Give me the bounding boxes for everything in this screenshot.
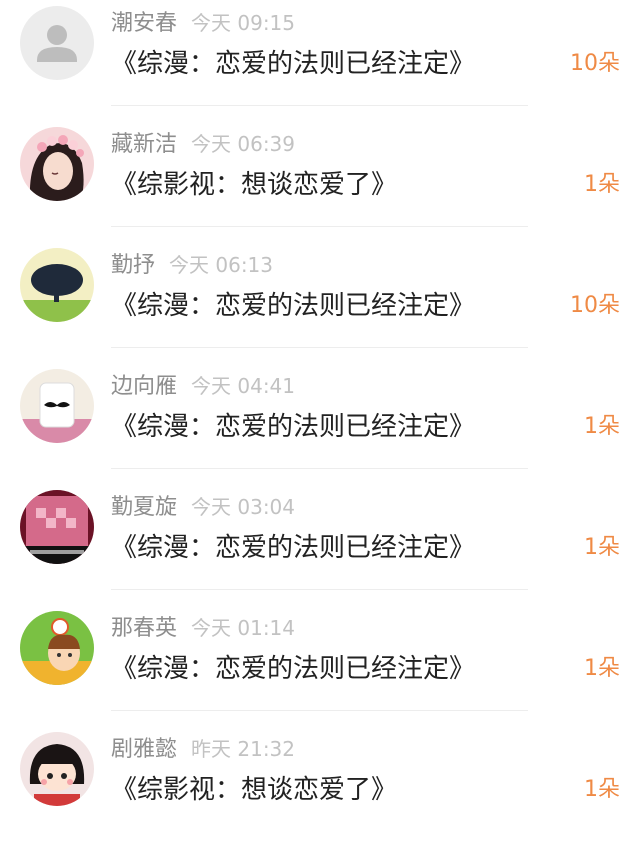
flower-count: 1朵 (584, 535, 620, 560)
milk-mustache-avatar[interactable] (20, 369, 94, 443)
divider (111, 105, 528, 106)
sender-meta: 那春英 今天 01:14 (111, 613, 295, 643)
timestamp: 今天 06:39 (191, 132, 296, 156)
sender-name: 边向雁 (111, 374, 178, 399)
book-title[interactable]: 《综漫：恋爱的法则已经注定》 (111, 288, 475, 324)
list-item[interactable]: 那春英 今天 01:14 《综漫：恋爱的法则已经注定》 1朵 (0, 605, 640, 725)
sender-meta: 勤抒 今天 06:13 (111, 250, 273, 280)
pink-pixel-heart-avatar[interactable] (20, 490, 94, 564)
divider (111, 468, 528, 469)
sender-name: 藏新洁 (111, 132, 178, 157)
flower-count: 1朵 (584, 777, 620, 802)
sender-meta: 剧雅懿 昨天 21:32 (111, 734, 295, 764)
sender-name: 那春英 (111, 616, 178, 641)
tree-avatar[interactable] (20, 248, 94, 322)
timestamp: 今天 09:15 (191, 11, 296, 35)
flower-count: 10朵 (570, 51, 620, 76)
chibi-girl-avatar[interactable] (20, 732, 94, 806)
cartoon-girl-clock-avatar[interactable] (20, 611, 94, 685)
book-title[interactable]: 《综漫：恋爱的法则已经注定》 (111, 651, 475, 687)
sender-name: 勤抒 (111, 253, 156, 278)
flower-count: 10朵 (570, 293, 620, 318)
list-item[interactable]: 边向雁 今天 04:41 《综漫：恋爱的法则已经注定》 1朵 (0, 363, 640, 483)
divider (111, 589, 528, 590)
flower-gift-list: 潮安春 今天 09:15 《综漫：恋爱的法则已经注定》 10朵 藏新洁 今天 06:… (0, 0, 640, 827)
flower-count: 1朵 (584, 414, 620, 439)
default-user-avatar[interactable] (20, 6, 94, 80)
sender-meta: 藏新洁 今天 06:39 (111, 129, 295, 159)
book-title[interactable]: 《综影视：想谈恋爱了》 (111, 167, 397, 203)
timestamp: 昨天 21:32 (191, 737, 296, 761)
timestamp: 今天 03:04 (191, 495, 296, 519)
book-title[interactable]: 《综影视：想谈恋爱了》 (111, 772, 397, 808)
divider (111, 710, 528, 711)
sender-meta: 潮安春 今天 09:15 (111, 8, 295, 38)
sender-name: 潮安春 (111, 11, 178, 36)
flower-crown-girl-avatar[interactable] (20, 127, 94, 201)
list-item[interactable]: 勤抒 今天 06:13 《综漫：恋爱的法则已经注定》 10朵 (0, 242, 640, 362)
timestamp: 今天 04:41 (191, 374, 296, 398)
sender-name: 剧雅懿 (111, 737, 178, 762)
divider (111, 347, 528, 348)
timestamp: 今天 01:14 (191, 616, 296, 640)
list-item[interactable]: 剧雅懿 昨天 21:32 《综影视：想谈恋爱了》 1朵 (0, 726, 640, 846)
sender-meta: 勤夏旋 今天 03:04 (111, 492, 295, 522)
divider (111, 226, 528, 227)
book-title[interactable]: 《综漫：恋爱的法则已经注定》 (111, 46, 475, 82)
timestamp: 今天 06:13 (169, 253, 274, 277)
book-title[interactable]: 《综漫：恋爱的法则已经注定》 (111, 409, 475, 445)
sender-name: 勤夏旋 (111, 495, 178, 520)
list-item[interactable]: 潮安春 今天 09:15 《综漫：恋爱的法则已经注定》 10朵 (0, 0, 640, 120)
flower-count: 1朵 (584, 656, 620, 681)
book-title[interactable]: 《综漫：恋爱的法则已经注定》 (111, 530, 475, 566)
list-item[interactable]: 勤夏旋 今天 03:04 《综漫：恋爱的法则已经注定》 1朵 (0, 484, 640, 604)
flower-count: 1朵 (584, 172, 620, 197)
sender-meta: 边向雁 今天 04:41 (111, 371, 295, 401)
list-item[interactable]: 藏新洁 今天 06:39 《综影视：想谈恋爱了》 1朵 (0, 121, 640, 241)
